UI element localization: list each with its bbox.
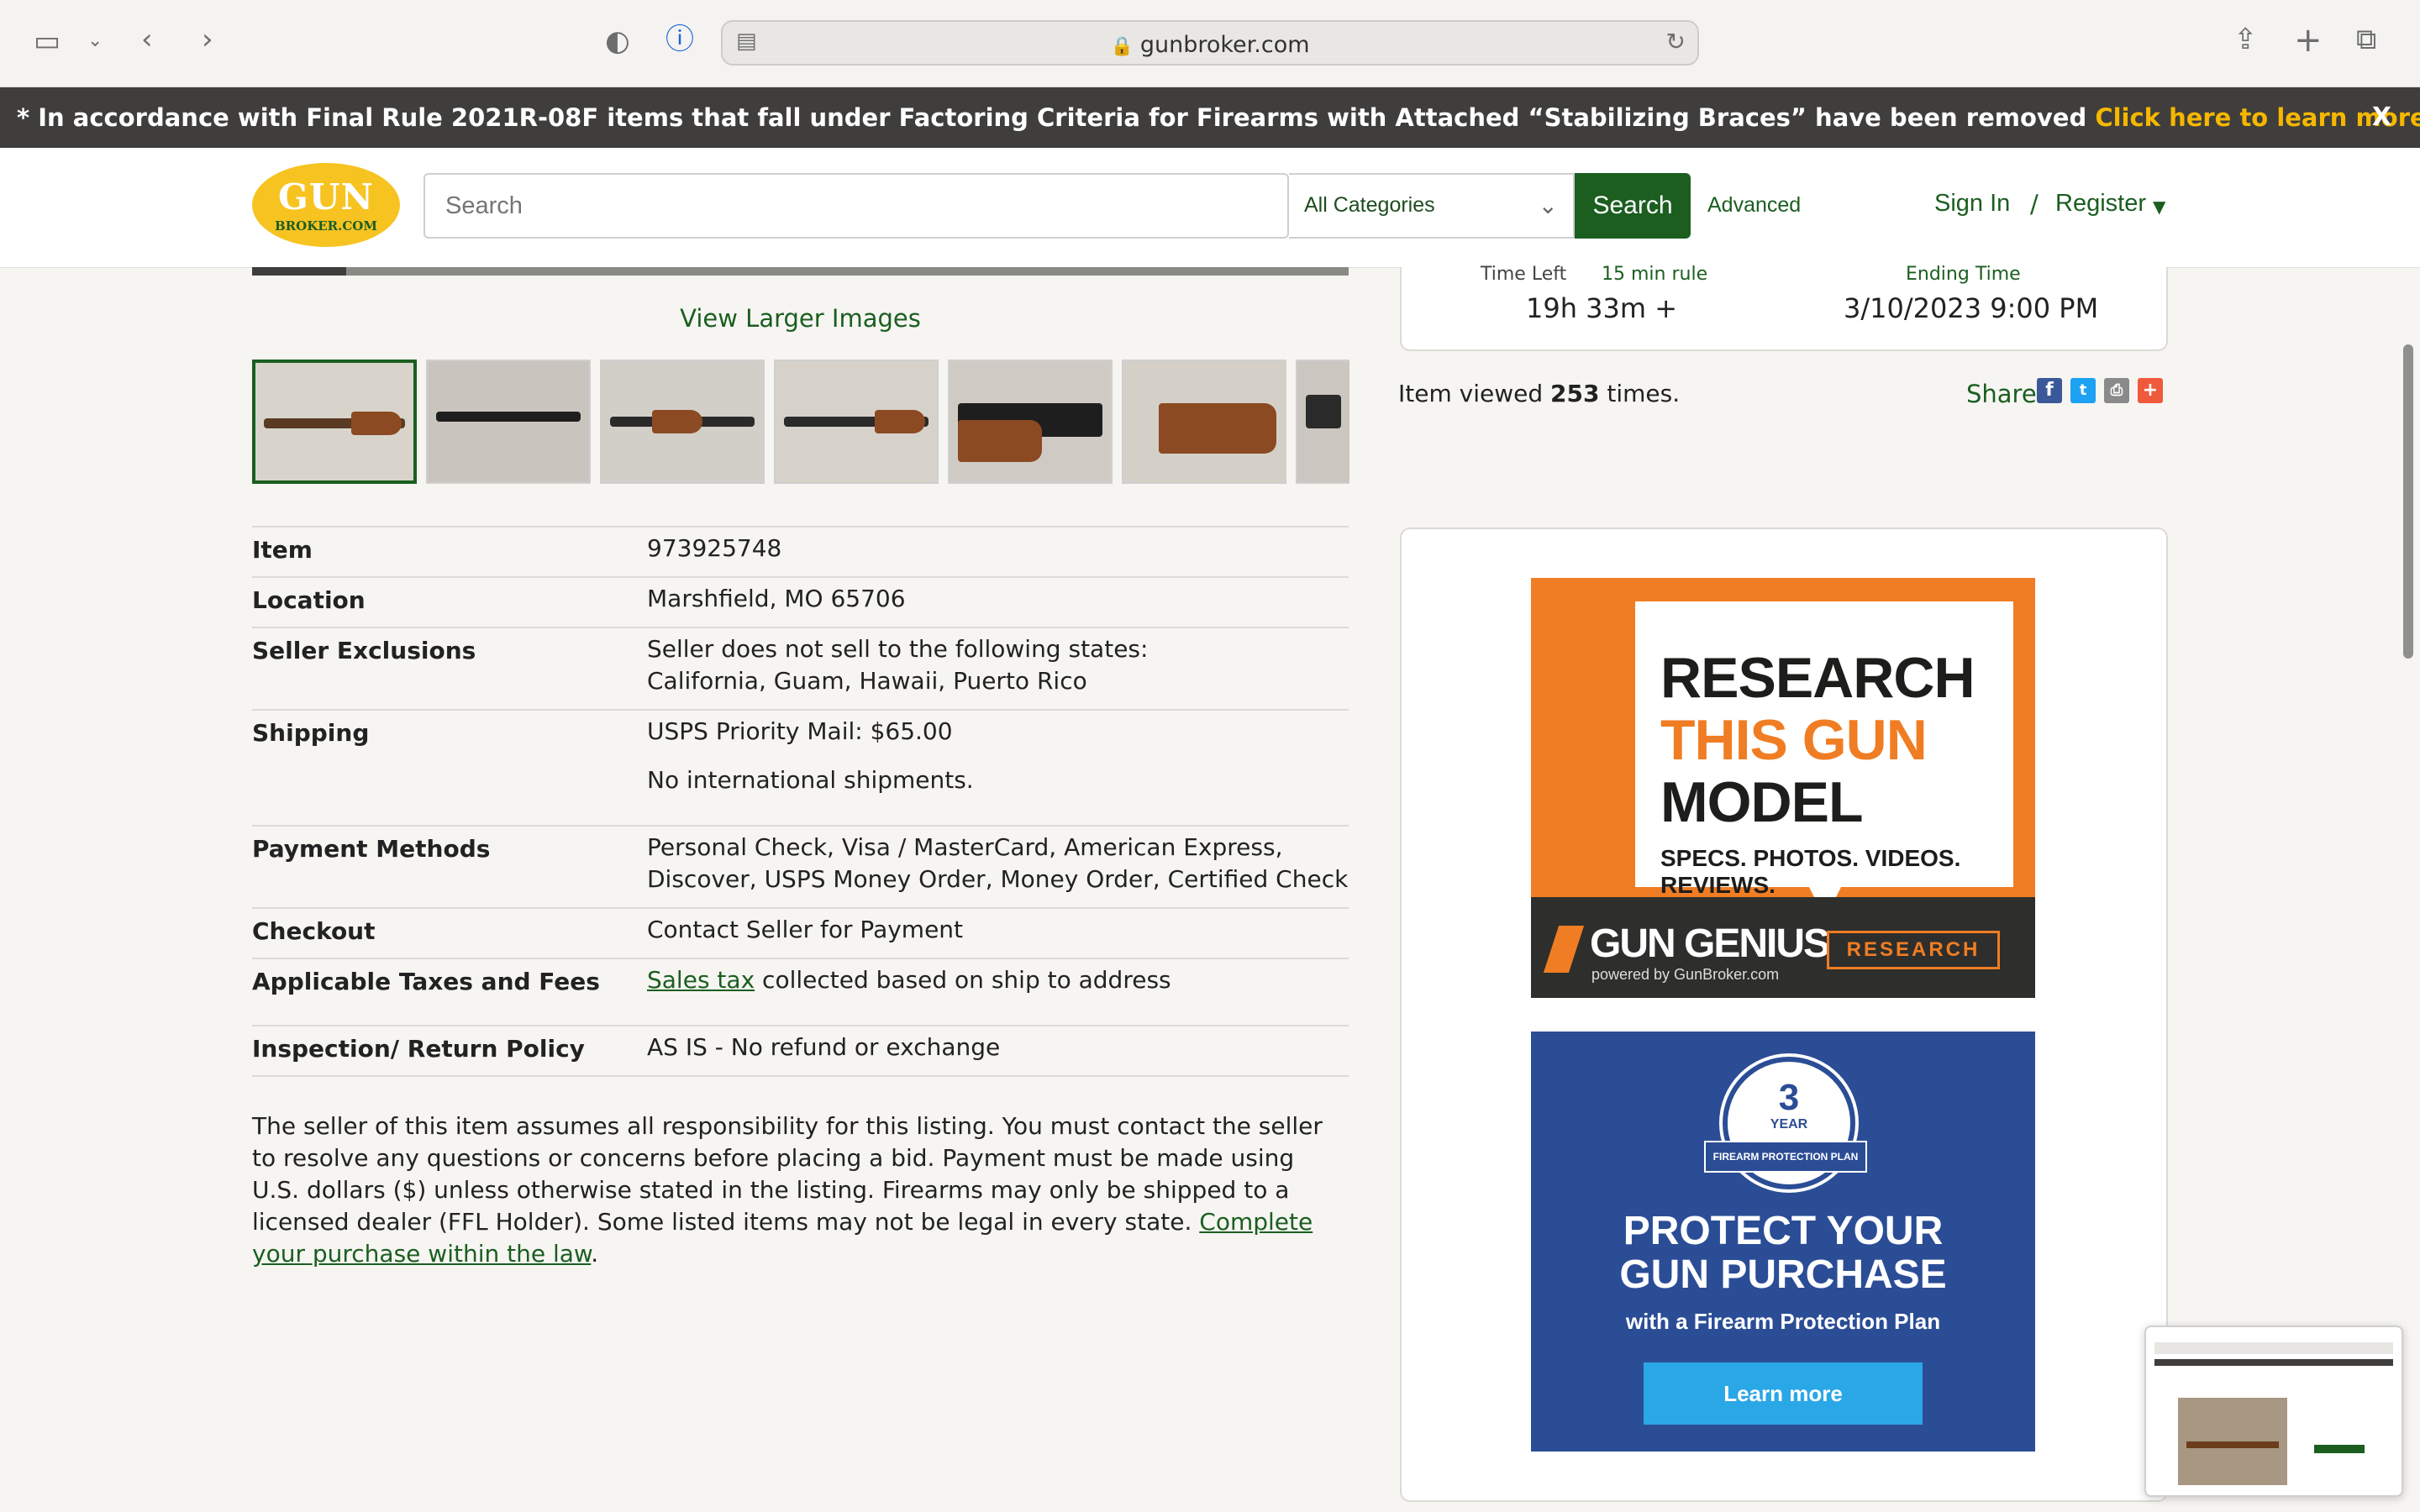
- detail-row-item: Item 973925748: [252, 526, 1349, 576]
- ad-subtitle: with a Firearm Protection Plan: [1625, 1309, 1941, 1334]
- gun-genius-logo-icon: [1543, 926, 1585, 973]
- share-label: Share: [1966, 380, 2037, 408]
- time-left-label: Time Left: [1481, 264, 1567, 285]
- detail-row-checkout: Checkout Contact Seller for Payment: [252, 907, 1349, 958]
- seller-disclaimer: The seller of this item assumes all resp…: [252, 1112, 1323, 1268]
- new-tab-icon[interactable]: +: [2294, 24, 2323, 57]
- notice-text: * In accordance with Final Rule 2021R-08…: [17, 87, 2420, 148]
- item-number: 973925748: [647, 534, 782, 562]
- detail-label: Shipping: [252, 719, 370, 747]
- learn-more-button[interactable]: Learn more: [1644, 1362, 1923, 1425]
- print-icon[interactable]: ⎙: [2104, 378, 2129, 403]
- thumbnail-1[interactable]: [252, 360, 417, 484]
- detail-label: Payment Methods: [252, 835, 491, 863]
- fifteen-min-rule-link[interactable]: 15 min rule: [1602, 264, 1707, 285]
- facebook-icon[interactable]: f: [2037, 378, 2062, 403]
- more-share-icon[interactable]: +: [2138, 378, 2163, 403]
- shipping-method: USPS Priority Mail: $65.00: [647, 717, 953, 745]
- thumbnail-5[interactable]: [948, 360, 1113, 484]
- detail-label: Location: [252, 586, 366, 614]
- regulation-notice-bar: * In accordance with Final Rule 2021R-08…: [0, 87, 2420, 148]
- password-manager-icon[interactable]: ⓘ: [666, 25, 694, 54]
- shipping-international: No international shipments.: [647, 766, 974, 794]
- tab-overview-icon[interactable]: ⧉: [2356, 25, 2376, 54]
- location-value: Marshfield, MO 65706: [647, 585, 906, 612]
- detail-label: Inspection/ Return Policy: [252, 1035, 585, 1063]
- url-text: 🔒 gunbroker.com: [1110, 32, 1310, 58]
- view-larger-images-link[interactable]: View Larger Images: [252, 304, 1349, 333]
- thumbnail-7[interactable]: [1296, 360, 1349, 484]
- thumbnail-2[interactable]: [426, 360, 591, 484]
- privacy-shield-icon[interactable]: ◐: [605, 27, 630, 55]
- detail-label: Applicable Taxes and Fees: [252, 968, 600, 995]
- back-icon[interactable]: ‹: [141, 25, 153, 54]
- exclusions-states: California, Guam, Hawaii, Puerto Rico: [647, 667, 1087, 695]
- register-link[interactable]: Register: [2055, 190, 2146, 218]
- auction-info-box: Time Left 15 min rule Ending Time 19h 33…: [1400, 264, 2168, 351]
- site-header: GUN BROKER.COM All Categories ⌄ Search A…: [0, 148, 2420, 268]
- chevron-down-icon[interactable]: ⌄: [87, 32, 103, 50]
- detail-row-shipping: Shipping USPS Priority Mail: $65.00 No i…: [252, 709, 1349, 825]
- exclusions-intro: Seller does not sell to the following st…: [647, 635, 1149, 663]
- ending-time-value: 3/10/2023 9:00 PM: [1844, 292, 2099, 324]
- page-scrollbar[interactable]: [2403, 344, 2413, 659]
- ad-headline: PROTECT YOUR: [1623, 1209, 1944, 1253]
- screenshot-preview[interactable]: [2144, 1326, 2403, 1497]
- gun-genius-ad[interactable]: RESEARCH THIS GUN MODEL SPECS. PHOTOS. V…: [1531, 578, 2035, 998]
- detail-label: Seller Exclusions: [252, 637, 476, 664]
- notice-close-button[interactable]: X: [2372, 87, 2391, 148]
- time-left-value: 19h 33m +: [1526, 292, 1678, 324]
- payment-methods-line1: Personal Check, Visa / MasterCard, Ameri…: [647, 833, 1283, 861]
- checkout-value: Contact Seller for Payment: [647, 916, 964, 943]
- detail-row-payment: Payment Methods Personal Check, Visa / M…: [252, 825, 1349, 907]
- detail-row-seller-exclusions: Seller Exclusions Seller does not sell t…: [252, 627, 1349, 709]
- category-select[interactable]: All Categories ⌄: [1289, 173, 1575, 239]
- thumbnail-4[interactable]: [774, 360, 939, 484]
- ad-speech-bubble: RESEARCH THIS GUN MODEL SPECS. PHOTOS. V…: [1635, 601, 2013, 898]
- browser-toolbar: ▭ ⌄ ‹ › ◐ ⓘ ▤ 🔒 gunbroker.com ↻ ⇪ + ⧉: [0, 0, 2420, 87]
- detail-row-location: Location Marshfield, MO 65706: [252, 576, 1349, 627]
- detail-row-taxes: Applicable Taxes and Fees Sales tax coll…: [252, 958, 1349, 1025]
- main-image-bottom[interactable]: [252, 267, 1349, 276]
- search-input[interactable]: [445, 175, 1252, 237]
- payment-methods-line2: Discover, USPS Money Order, Money Order,…: [647, 865, 1349, 893]
- sales-tax-link[interactable]: Sales tax: [647, 966, 755, 994]
- share-icon[interactable]: ⇪: [2233, 25, 2258, 54]
- chevron-down-icon: ⌄: [1538, 192, 1558, 219]
- thumbnail-6[interactable]: [1122, 360, 1286, 484]
- twitter-icon[interactable]: t: [2070, 378, 2096, 403]
- separator: /: [2030, 190, 2039, 218]
- address-bar[interactable]: ▤ 🔒 gunbroker.com ↻: [721, 20, 1699, 66]
- lock-icon: 🔒: [1110, 36, 1134, 57]
- forward-icon[interactable]: ›: [202, 25, 213, 54]
- ad-footer: GUN GENIUS powered by GunBroker.com RESE…: [1531, 897, 2035, 998]
- taxes-value: Sales tax collected based on ship to add…: [647, 966, 1171, 994]
- thumbnail-3[interactable]: [600, 360, 765, 484]
- ad-headline: GUN PURCHASE: [1619, 1252, 1947, 1297]
- protection-plan-ad[interactable]: 3 YEAR FIREARM PROTECTION PLAN PROTECT Y…: [1531, 1032, 2035, 1452]
- caret-down-icon[interactable]: ▼: [2153, 197, 2165, 217]
- search-button[interactable]: Search: [1575, 173, 1691, 239]
- return-policy-value: AS IS - No refund or exchange: [647, 1033, 1001, 1061]
- sign-in-link[interactable]: Sign In: [1934, 190, 2010, 218]
- gunbroker-logo[interactable]: GUN BROKER.COM: [252, 163, 400, 247]
- ending-time-label: Ending Time: [1906, 264, 2021, 285]
- detail-label: Checkout: [252, 917, 376, 945]
- research-button[interactable]: RESEARCH: [1827, 931, 2000, 969]
- sidebar-toggle-icon[interactable]: ▭: [34, 27, 60, 55]
- item-views: Item viewed 253 times.: [1398, 380, 1681, 407]
- advanced-search-link[interactable]: Advanced: [1707, 193, 1801, 218]
- item-details-table: Item 973925748 Location Marshfield, MO 6…: [252, 526, 1349, 1077]
- detail-row-return-policy: Inspection/ Return Policy AS IS - No ref…: [252, 1025, 1349, 1077]
- detail-label: Item: [252, 536, 313, 564]
- reload-icon[interactable]: ↻: [1666, 30, 1686, 54]
- search-box: [424, 173, 1289, 239]
